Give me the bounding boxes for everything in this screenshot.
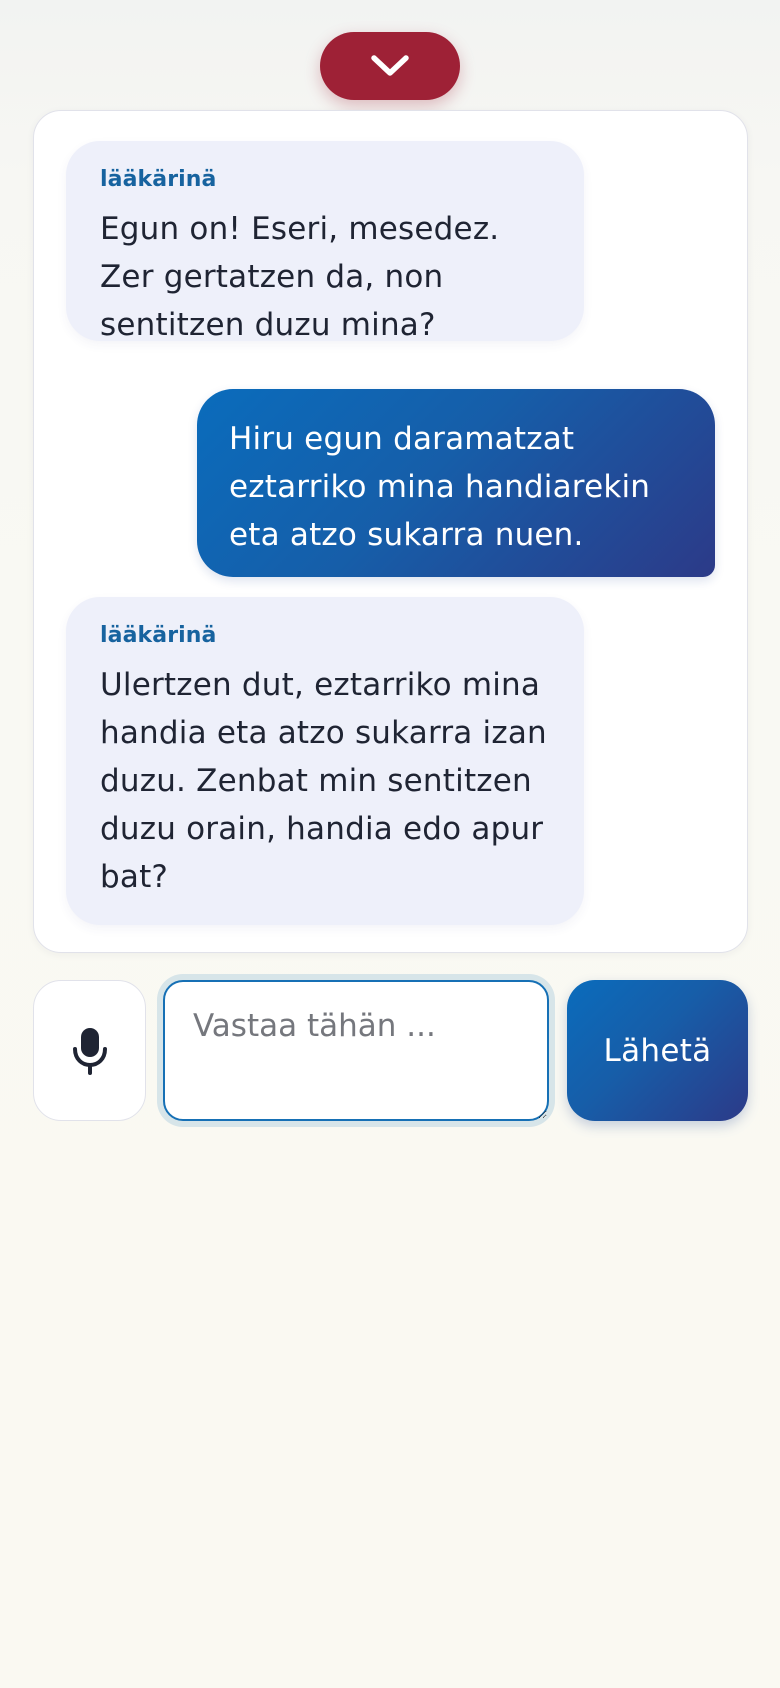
assistant-message: lääkärinä Ulertzen dut, eztarriko mina h… bbox=[66, 597, 584, 925]
microphone-button[interactable] bbox=[33, 980, 146, 1121]
user-message: Hiru egun daramatzat eztarriko mina hand… bbox=[197, 389, 715, 577]
microphone-icon bbox=[72, 1027, 108, 1075]
message-text: Hiru egun daramatzat eztarriko mina hand… bbox=[229, 421, 651, 553]
chevron-down-icon bbox=[370, 53, 410, 79]
message-text: Ulertzen dut, eztarriko mina handia eta … bbox=[100, 667, 547, 895]
assistant-message: lääkärinä Egun on! Eseri, mesedez. Zer g… bbox=[66, 141, 584, 343]
message-sender-label: lääkärinä bbox=[100, 167, 217, 192]
message-text: Egun on! Eseri, mesedez. Zer gertatzen d… bbox=[100, 211, 500, 343]
collapse-chat-button[interactable] bbox=[320, 32, 460, 100]
send-button[interactable]: Lähetä bbox=[567, 980, 748, 1121]
reply-input[interactable] bbox=[163, 980, 549, 1121]
chat-panel[interactable]: lääkärinä Egun on! Eseri, mesedez. Zer g… bbox=[33, 110, 748, 953]
message-sender-label: lääkärinä bbox=[100, 623, 217, 648]
